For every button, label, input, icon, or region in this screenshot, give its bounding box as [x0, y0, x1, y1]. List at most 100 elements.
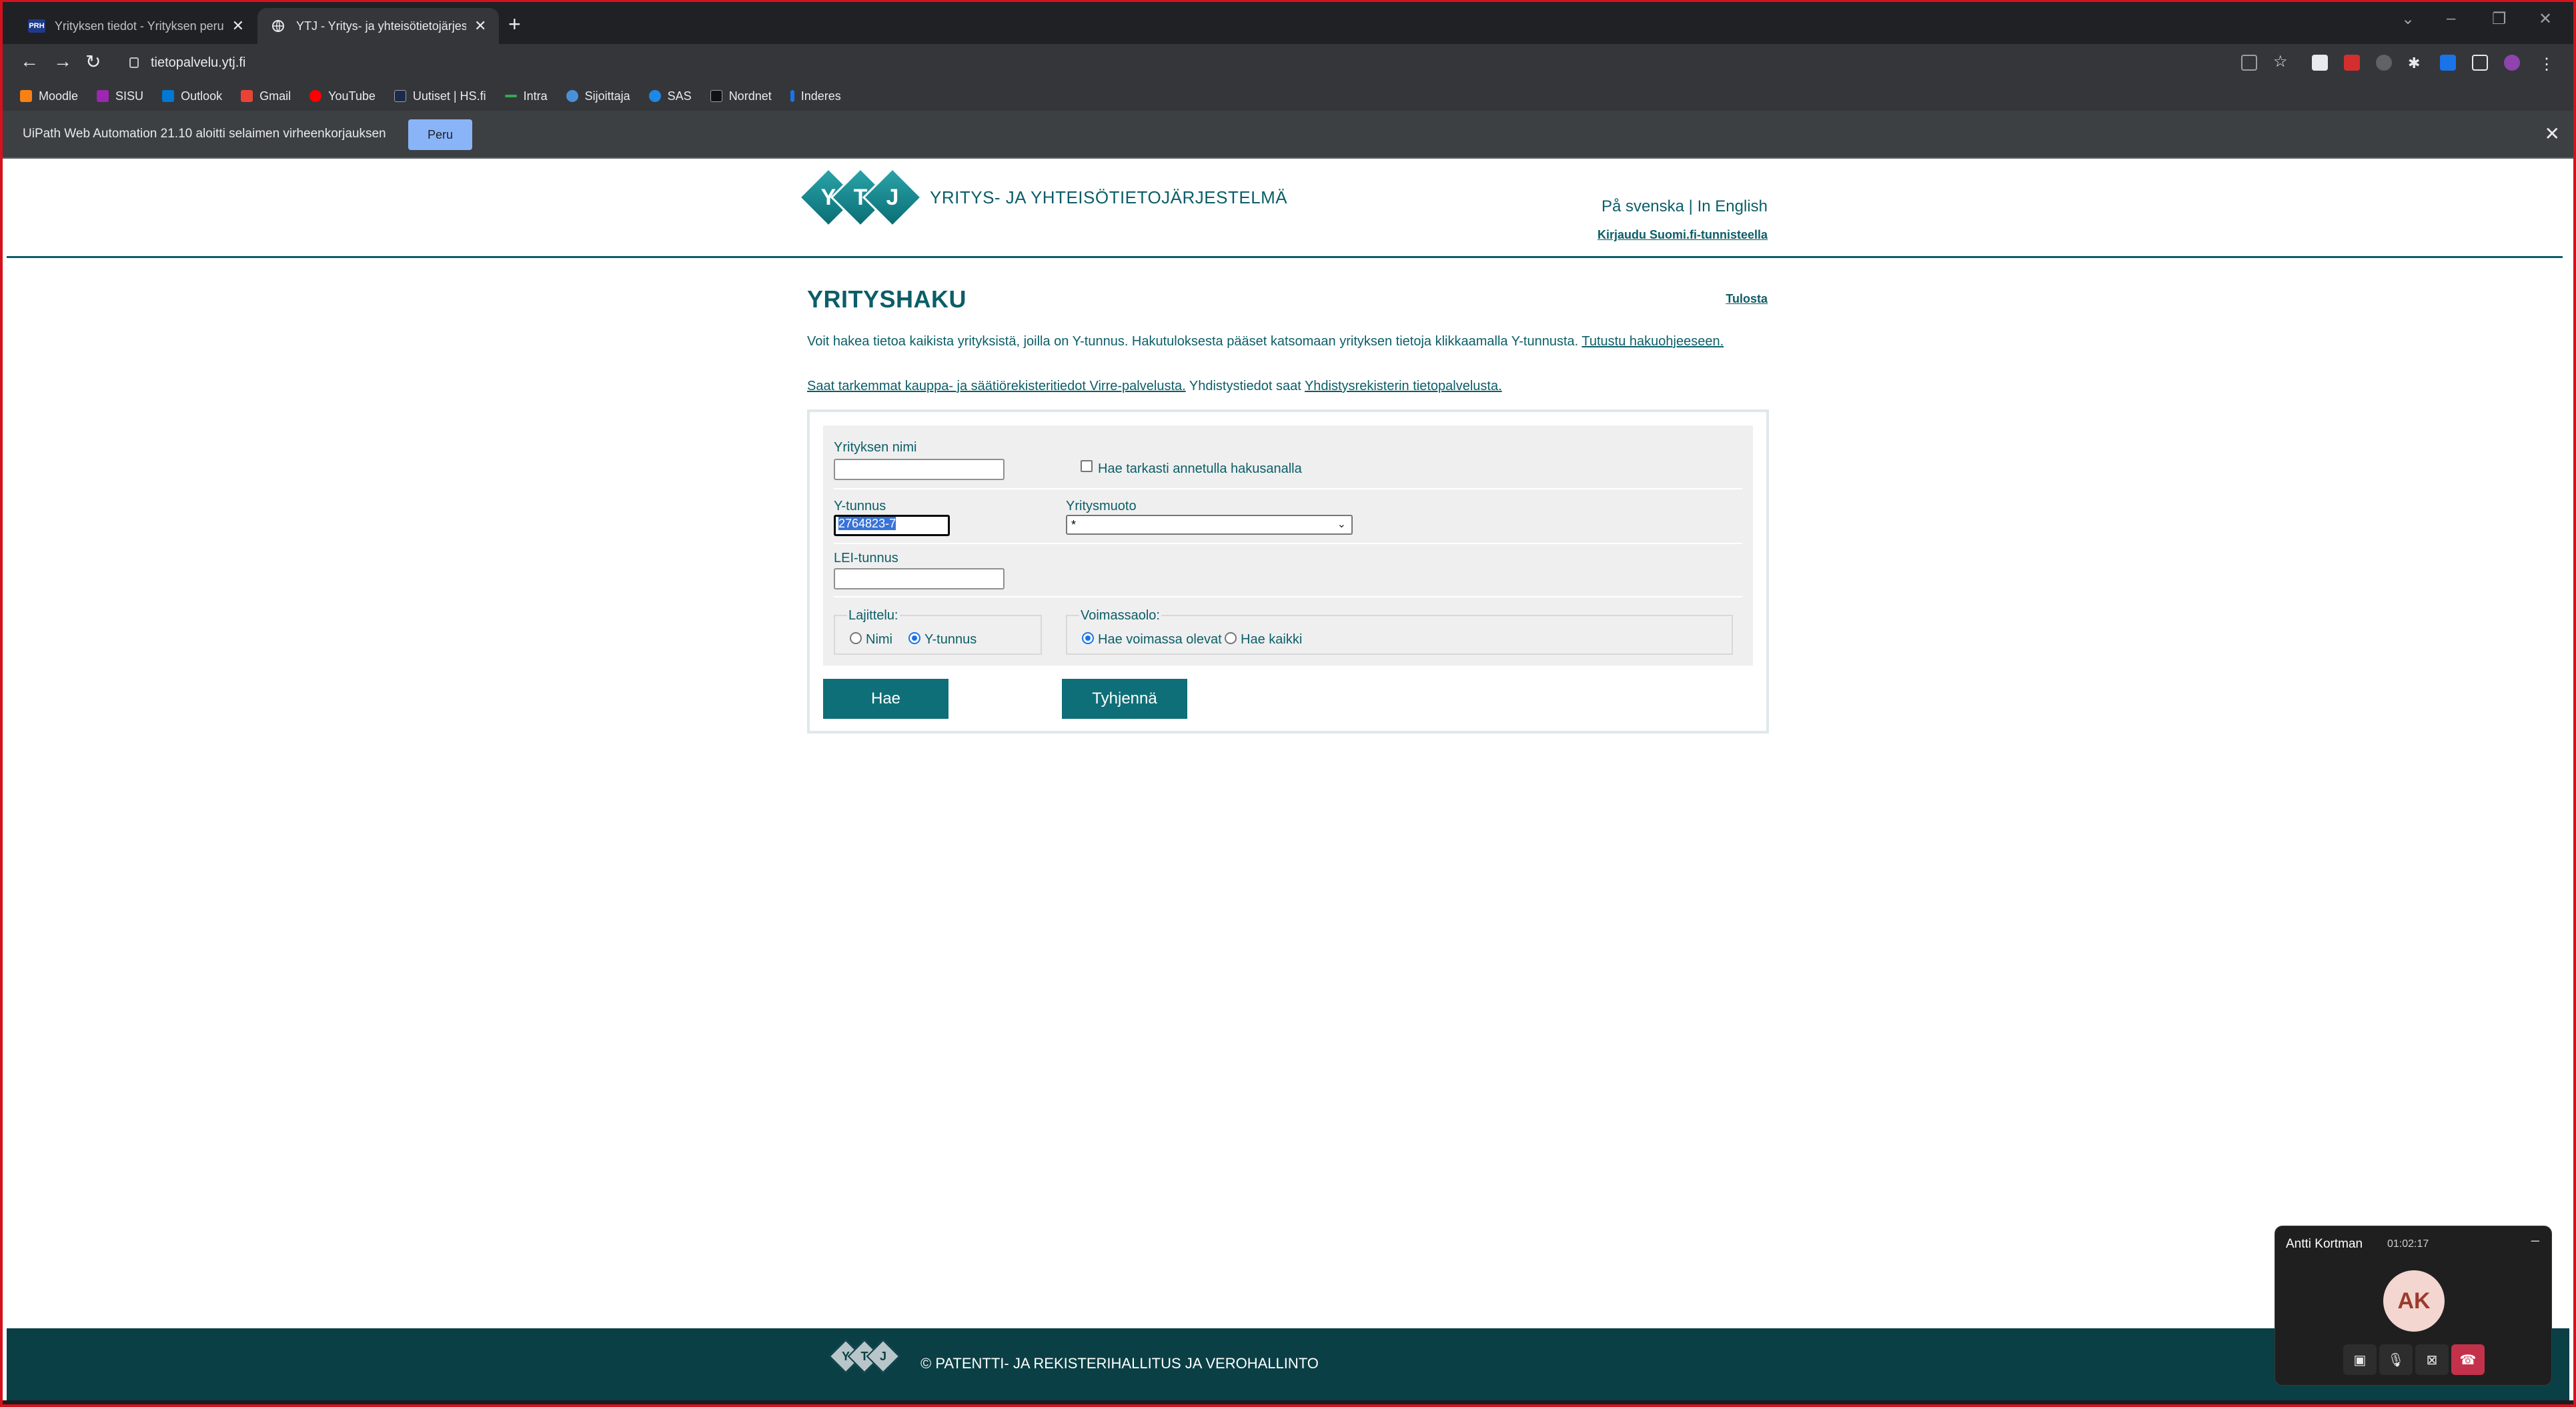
sort-name-radio[interactable] [850, 632, 862, 644]
new-tab-button[interactable]: + [508, 12, 521, 37]
browser-toolbar: ← → ↻ tietopalvelu.ytj.fi ☆ ✱ ⋮ [0, 44, 2576, 81]
sort-ytunnus-label: Y-tunnus [924, 632, 977, 647]
star-icon[interactable]: ☆ [2273, 54, 2289, 71]
lang-swedish-link[interactable]: På svenska [1601, 197, 1684, 215]
bookmark-intra[interactable]: Intra [504, 89, 548, 103]
camera-off-icon[interactable]: ▣ [2343, 1344, 2377, 1375]
validity-active-radio[interactable] [1082, 632, 1094, 644]
bookmark-sijoittaja[interactable]: Sijoittaja [566, 89, 630, 103]
hs-icon [394, 90, 406, 102]
sort-ytunnus-radio[interactable] [908, 632, 920, 644]
exact-search-label: Hae tarkasti annetulla hakusanalla [1098, 461, 1302, 476]
header-divider [7, 256, 2563, 258]
restore-button[interactable]: ❐ [2492, 9, 2507, 29]
sijoittaja-icon [566, 90, 578, 102]
tab-yrityksen-tiedot[interactable]: PRH Yrityksen tiedot - Yrityksen perus ✕ [16, 8, 256, 44]
url-text: tietopalvelu.ytj.fi [151, 55, 246, 70]
extension-pocket-icon[interactable] [2344, 55, 2360, 71]
side-panel-icon[interactable] [2472, 55, 2488, 71]
cancel-debugging-button[interactable]: Peru [408, 119, 472, 150]
bookmarks-bar: Moodle SISU Outlook Gmail YouTube Uutise… [0, 81, 2576, 111]
virre-link[interactable]: Saat tarkemmat kauppa- ja säätiörekister… [807, 379, 1186, 393]
forward-icon[interactable]: → [53, 51, 72, 72]
ytj-logo[interactable]: Y T J YRITYS- JA YHTEISÖTIETOJÄRJESTELMÄ [798, 167, 1288, 228]
bookmark-inderes[interactable]: Inderes [790, 89, 841, 103]
row-lei: LEI-tunnus [834, 545, 1742, 597]
help-link[interactable]: Tutustu hakuohjeeseen. [1581, 334, 1724, 349]
ytunnus-label: Y-tunnus [834, 499, 886, 513]
lei-input[interactable] [834, 568, 1005, 589]
bookmark-hs[interactable]: Uutiset | HS.fi [394, 89, 486, 103]
extension-doc-icon[interactable] [2312, 55, 2328, 71]
company-form-label: Yritysmuoto [1066, 499, 1137, 513]
logo-diamond-j: J [862, 167, 923, 228]
bookmark-sisu[interactable]: SISU [97, 89, 143, 103]
call-controls: ▣ 🎙 ⊠ ☎ [2341, 1342, 2487, 1377]
validity-all-radio[interactable] [1225, 632, 1237, 644]
microphone-icon[interactable]: 🎙 [2379, 1344, 2413, 1375]
share-screen-icon[interactable]: ⊠ [2415, 1344, 2449, 1375]
page-title: YRITYSHAKU [807, 285, 967, 313]
close-tab-icon[interactable]: ✕ [474, 17, 486, 35]
puzzle-icon[interactable]: ✱ [2408, 55, 2424, 71]
validity-all-label: Hae kaikki [1241, 632, 1303, 647]
close-infobar-icon[interactable]: ✕ [2545, 123, 2560, 145]
tab-ytj[interactable]: YTJ - Yritys- ja yhteisötietojärjestelmä… [257, 8, 499, 44]
call-widget[interactable]: Antti Kortman 01:02:17 – AK ▣ 🎙 ⊠ ☎ [2275, 1226, 2552, 1386]
infobar-message: UiPath Web Automation 21.10 aloitti sela… [23, 127, 386, 141]
bookmark-outlook[interactable]: Outlook [162, 89, 222, 103]
tab-title: Yrityksen tiedot - Yrityksen perus [54, 19, 224, 33]
debugging-infobar: UiPath Web Automation 21.10 aloitti sela… [0, 111, 2576, 159]
uipath-extension-icon[interactable] [2440, 55, 2456, 71]
close-window-button[interactable]: ✕ [2539, 9, 2552, 29]
logo-text: YRITYS- JA YHTEISÖTIETOJÄRJESTELMÄ [930, 187, 1288, 207]
chevron-down-icon: ⌄ [1337, 519, 1346, 530]
moodle-icon [20, 90, 32, 102]
globe-icon [269, 19, 287, 33]
avatar: AK [2383, 1270, 2445, 1332]
youtube-icon [309, 90, 322, 102]
search-form: Yrityksen nimi Hae tarkasti annetulla ha… [807, 409, 1769, 734]
reload-icon[interactable]: ↻ [85, 51, 101, 73]
bookmark-youtube[interactable]: YouTube [309, 89, 376, 103]
association-registry-link[interactable]: Yhdistysrekisterin tietopalvelusta. [1305, 379, 1502, 393]
search-button[interactable]: Hae [823, 679, 948, 719]
taskbar-edge [0, 1400, 2576, 1407]
back-icon[interactable]: ← [20, 51, 39, 72]
footer-logo: Y T J [828, 1339, 900, 1374]
ytunnus-input[interactable]: 2764823-7 [834, 515, 950, 536]
call-duration: 01:02:17 [2387, 1238, 2429, 1250]
bookmark-nordnet[interactable]: Nordnet [710, 89, 772, 103]
extension-icon[interactable] [2376, 55, 2392, 71]
close-tab-icon[interactable]: ✕ [232, 17, 244, 35]
print-link[interactable]: Tulosta [1726, 292, 1768, 306]
address-bar[interactable]: tietopalvelu.ytj.fi [117, 49, 2267, 76]
gmail-icon [241, 90, 253, 102]
company-name-input[interactable] [834, 459, 1005, 480]
bookmark-moodle[interactable]: Moodle [20, 89, 78, 103]
share-icon[interactable] [2241, 55, 2257, 71]
row-company-name: Yrityksen nimi Hae tarkasti annetulla ha… [834, 432, 1742, 489]
minimize-call-button[interactable]: – [2531, 1232, 2539, 1249]
lock-icon [129, 57, 139, 68]
ytunnus-selected-value: 2764823-7 [838, 517, 896, 530]
sort-name-label: Nimi [866, 632, 892, 647]
exact-search-checkbox[interactable] [1081, 460, 1093, 472]
tab-search-icon[interactable]: ⌄ [2401, 9, 2415, 29]
intro-text: Voit hakea tietoa kaikista yrityksistä, … [807, 334, 1724, 349]
hang-up-icon[interactable]: ☎ [2451, 1344, 2485, 1375]
company-form-select[interactable]: * ⌄ [1066, 515, 1353, 535]
lang-english-link[interactable]: In English [1698, 197, 1768, 215]
profile-avatar-icon[interactable] [2504, 55, 2520, 71]
bookmark-gmail[interactable]: Gmail [241, 89, 291, 103]
validity-active-label: Hae voimassa olevat [1098, 632, 1222, 647]
lang-separator: | [1684, 197, 1698, 215]
sisu-icon [97, 90, 109, 102]
language-links: På svenska | In English [1601, 197, 1768, 216]
minimize-button[interactable]: – [2447, 9, 2455, 28]
menu-icon[interactable]: ⋮ [2539, 55, 2555, 73]
login-link[interactable]: Kirjaudu Suomi.fi-tunnisteella [1597, 228, 1768, 242]
caller-name: Antti Kortman [2286, 1237, 2363, 1251]
clear-button[interactable]: Tyhjennä [1062, 679, 1187, 719]
bookmark-sas[interactable]: SAS [648, 89, 692, 103]
